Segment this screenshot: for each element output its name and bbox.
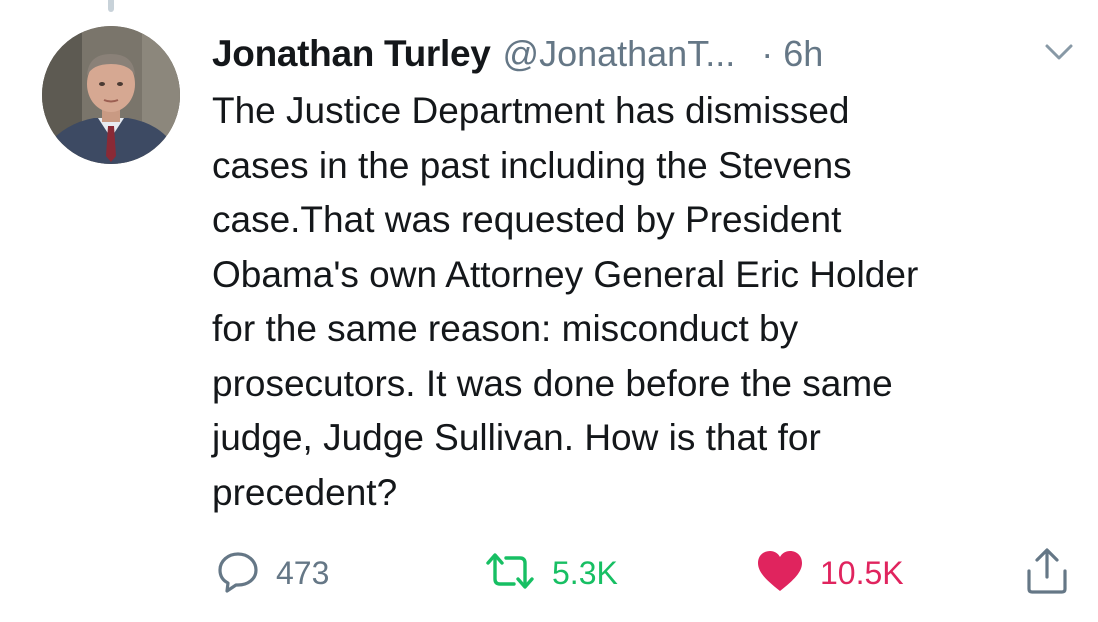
retweet-icon: [484, 549, 536, 598]
tweet-actions: 473 5.3K 10.5K: [0, 545, 1098, 601]
separator-dot: ·: [761, 33, 774, 74]
heart-icon: [756, 549, 804, 598]
author-name[interactable]: Jonathan Turley: [212, 33, 491, 75]
reply-button[interactable]: 473: [216, 545, 329, 601]
share-button[interactable]: [1024, 545, 1070, 601]
tweet[interactable]: Jonathan Turley @JonathanT... · 6h The J…: [0, 0, 1098, 622]
like-button[interactable]: 10.5K: [756, 545, 904, 601]
avatar[interactable]: [42, 26, 180, 164]
author-handle[interactable]: @JonathanT...: [503, 33, 736, 75]
retweet-button[interactable]: 5.3K: [484, 545, 618, 601]
tweet-header: Jonathan Turley @JonathanT... · 6h: [212, 26, 1078, 82]
tweet-content: Jonathan Turley @JonathanT... · 6h The J…: [212, 26, 1078, 520]
share-icon: [1024, 547, 1070, 600]
chevron-down-icon[interactable]: [1044, 40, 1074, 64]
like-count: 10.5K: [820, 554, 904, 591]
tweet-text: The Justice Department has dismissed cas…: [212, 90, 919, 513]
reply-icon: [216, 549, 260, 598]
avatar-image: [42, 26, 180, 164]
timestamp[interactable]: 6h: [783, 33, 823, 75]
retweet-count: 5.3K: [552, 554, 618, 591]
reply-count: 473: [276, 554, 330, 591]
